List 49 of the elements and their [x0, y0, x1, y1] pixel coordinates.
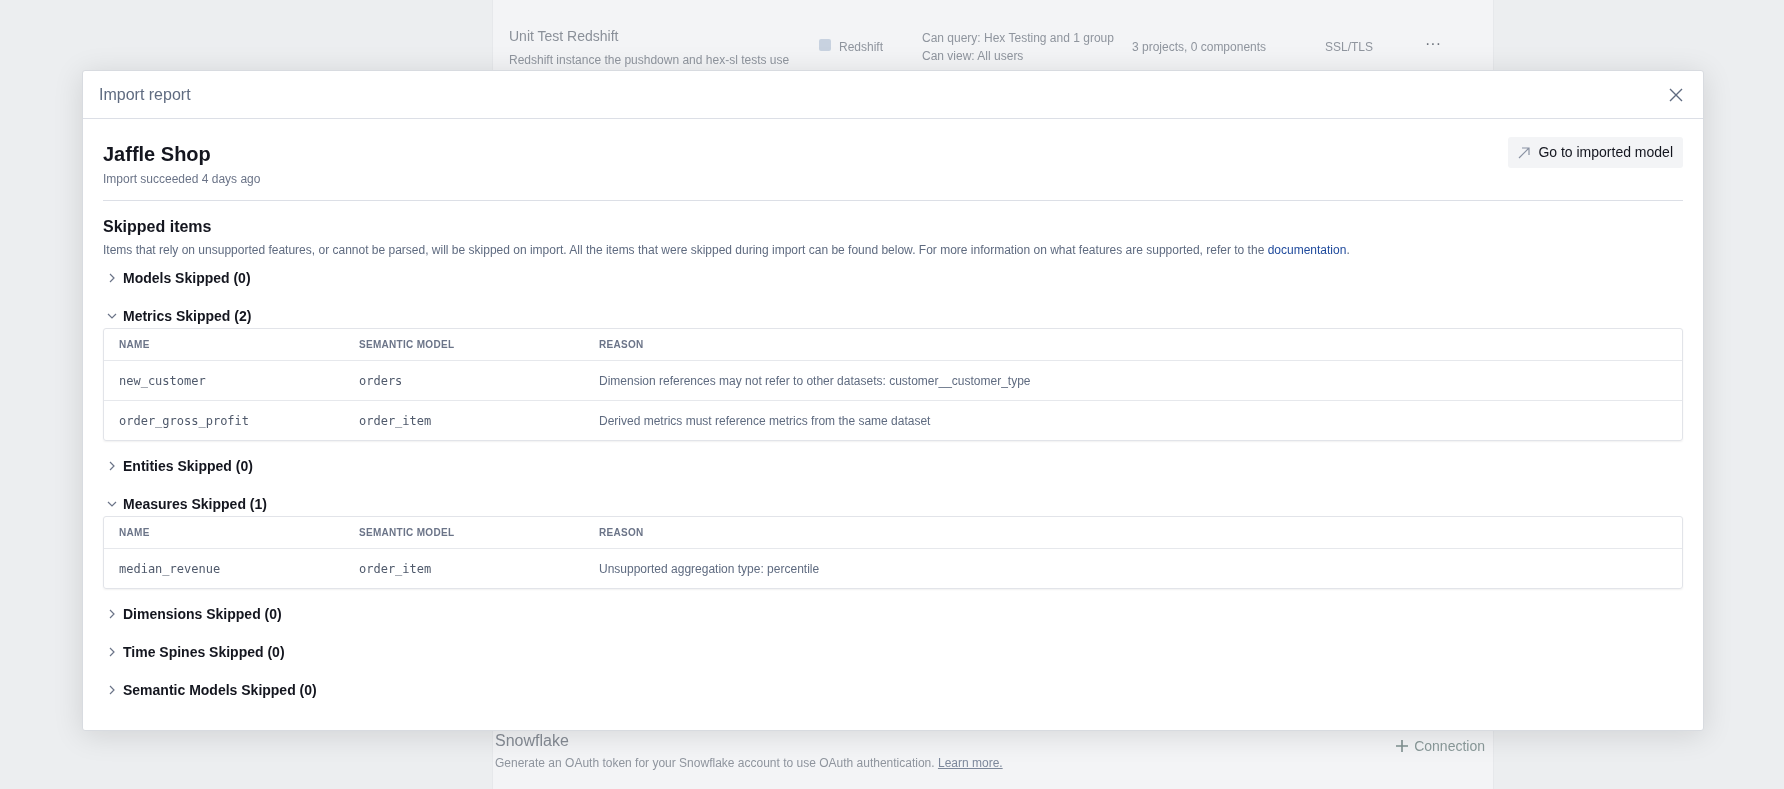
column-header: REASON: [599, 338, 645, 352]
table-cell-text: order_gross_profit: [119, 412, 251, 430]
column-header: SEMANTIC MODEL: [359, 338, 456, 352]
section-heading: Skipped items: [103, 217, 213, 237]
chevron-down-icon: [107, 499, 117, 509]
table-cell-text: order_item: [359, 560, 433, 578]
model-name: Jaffle Shop: [103, 142, 212, 167]
connection-description: Redshift instance the pushdown and hex-sl tests use: [509, 52, 791, 69]
table-cell-text: orders: [359, 372, 404, 390]
table-cell-text: order_item: [359, 412, 433, 430]
chevron-down-icon: [107, 311, 117, 321]
section-toggle[interactable]: Entities Skipped (0): [103, 447, 259, 485]
section-toggle[interactable]: Semantic Models Skipped (0): [103, 671, 323, 709]
column-header: NAME: [119, 526, 151, 540]
column-header: REASON: [599, 526, 645, 540]
table-cell-text: Dimension references may not refer to other datasets: customer__customer_type: [599, 372, 1032, 390]
table-cell-text: Derived metrics must reference metrics from the same dataset: [599, 412, 932, 430]
section-toggle[interactable]: Models Skipped (0): [103, 259, 257, 297]
connection-name: Unit Test Redshift: [509, 27, 620, 46]
chevron-right-icon: [107, 273, 117, 283]
section-description: Generate an OAuth token for your Snowflake account to use OAuth authentication. Learn more.: [495, 755, 1003, 772]
table-cell-text: new_customer: [119, 372, 207, 390]
table-cell-text: Unsupported aggregation type: percentile: [599, 560, 821, 578]
chevron-right-icon: [107, 685, 117, 695]
column-header: SEMANTIC MODEL: [359, 526, 456, 540]
section-toggle[interactable]: Measures Skipped (1): [103, 485, 273, 523]
section-toggle[interactable]: Metrics Skipped (2): [103, 297, 258, 335]
plus-icon: [1396, 740, 1409, 752]
import-status: Import succeeded 4 days ago: [103, 171, 261, 188]
table-cell-text: median_revenue: [119, 560, 222, 578]
section-toggle[interactable]: Dimensions Skipped (0): [103, 595, 288, 633]
section-toggle[interactable]: Time Spines Skipped (0): [103, 633, 291, 671]
permission-text: Can view: All users: [922, 48, 1025, 65]
database-icon: [819, 38, 831, 52]
modal-title: Import report: [99, 84, 191, 105]
section-description: Items that rely on unsupported features, or cannot be parsed, will be skipped on import. All the items that were skipped during import can be found below. For more information on what features are supported, refer to the documentation.: [103, 242, 1351, 259]
arrow-up-right-icon: [1518, 146, 1531, 159]
section-title: Snowflake: [495, 732, 570, 750]
permission-text: Can query: Hex Testing and 1 group: [922, 30, 1115, 47]
close-icon: [1669, 87, 1683, 102]
chevron-right-icon: [107, 461, 117, 471]
go-to-model-button[interactable]: Go to imported model: [1508, 137, 1683, 168]
more-button[interactable]: ···: [1421, 30, 1445, 58]
connection-type: Redshift: [839, 39, 884, 56]
column-header: NAME: [119, 338, 151, 352]
usage-text: 3 projects, 0 components: [1132, 39, 1268, 56]
chevron-right-icon: [107, 609, 117, 619]
security-text: SSL/TLS: [1325, 39, 1375, 56]
chevron-right-icon: [107, 647, 117, 657]
